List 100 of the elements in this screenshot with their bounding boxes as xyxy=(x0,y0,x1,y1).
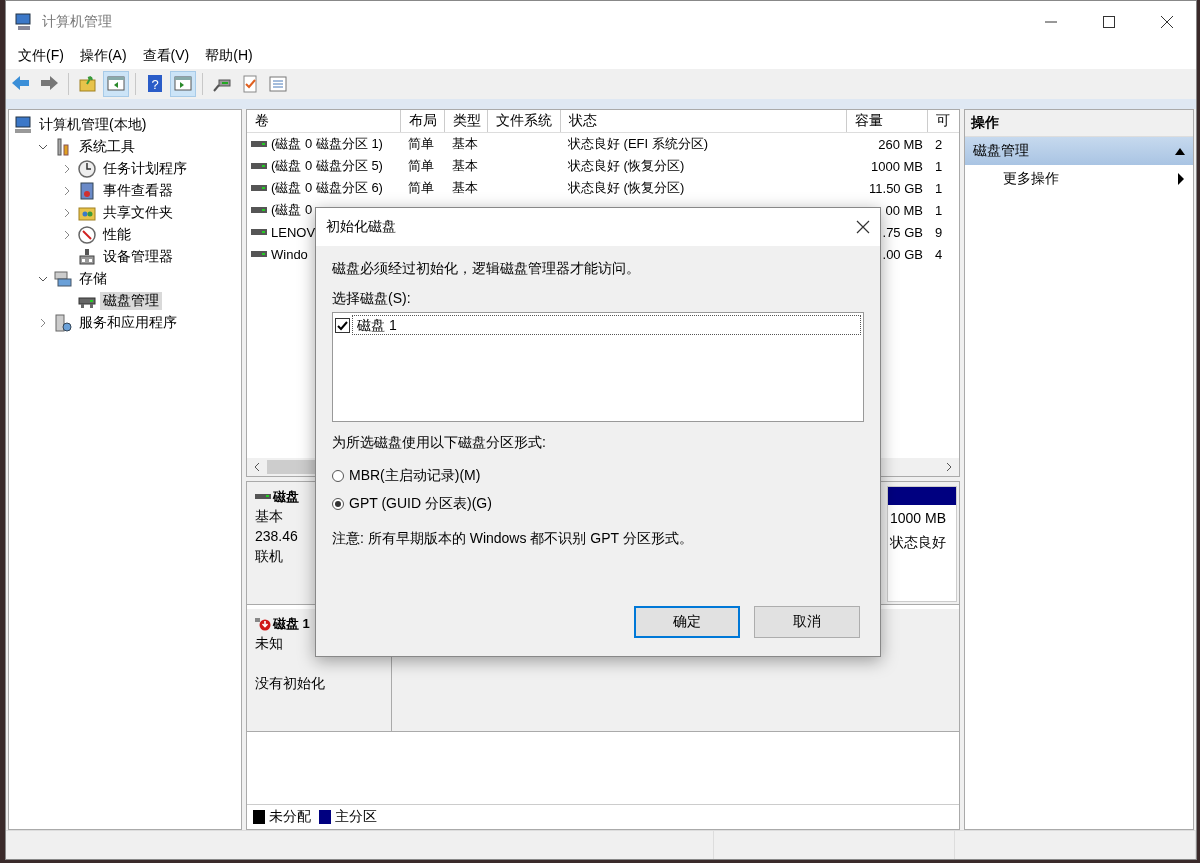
services-icon xyxy=(53,313,73,333)
table-cell: 基本 xyxy=(452,136,478,151)
partition-block[interactable]: 1000 MB 状态良好 xyxy=(887,486,957,602)
table-cell: 00 MB xyxy=(885,202,923,218)
tree-item[interactable]: 计算机管理(本地) xyxy=(36,116,150,134)
table-cell: (磁盘 0 磁盘分区 1) xyxy=(271,135,383,153)
volume-icon xyxy=(251,228,267,236)
cancel-button[interactable]: 取消 xyxy=(754,606,860,638)
device-icon xyxy=(77,247,97,267)
radio-label[interactable]: MBR(主启动记录)(M) xyxy=(349,467,481,485)
disk-info: 未知 xyxy=(255,634,283,653)
disk-listbox[interactable]: 磁盘 1 xyxy=(332,312,864,422)
tree-item[interactable]: 服务和应用程序 xyxy=(76,314,180,332)
field-label: 选择磁盘(S): xyxy=(332,289,412,308)
disk-error-icon xyxy=(255,616,271,632)
radio-button[interactable] xyxy=(332,498,344,510)
radio-button[interactable] xyxy=(332,470,344,482)
disk-info: 基本 xyxy=(255,507,283,526)
table-cell: (磁盘 0 xyxy=(271,201,313,219)
table-cell: 基本 xyxy=(452,180,478,195)
tree-item[interactable]: 系统工具 xyxy=(76,138,138,156)
table-cell: 1000 MB xyxy=(870,158,923,174)
list-icon xyxy=(268,74,288,94)
action-label: 更多操作 xyxy=(1003,170,1059,188)
legend-label: 未分配 xyxy=(269,808,311,826)
toolbar-button[interactable] xyxy=(170,71,196,97)
section-label: 为所选磁盘使用以下磁盘分区形式: xyxy=(332,433,547,452)
dialog-message: 磁盘必须经过初始化，逻辑磁盘管理器才能访问。 xyxy=(332,259,641,278)
tree-item[interactable]: 事件查看器 xyxy=(100,182,176,200)
radio-label[interactable]: GPT (GUID 分区表)(G) xyxy=(349,495,492,513)
disk-status: 没有初始化 xyxy=(255,674,325,693)
storage-icon xyxy=(53,269,73,289)
column-header[interactable]: 文件系统 xyxy=(487,110,560,133)
action-item[interactable]: 更多操作 xyxy=(965,165,1193,193)
table-cell: .75 GB xyxy=(882,224,923,240)
ok-button[interactable]: 确定 xyxy=(634,606,740,638)
menu-item[interactable]: 查看(V) xyxy=(134,45,198,67)
table-cell: 1 xyxy=(935,202,943,218)
column-header[interactable]: 卷 xyxy=(247,110,400,133)
tree-item[interactable]: 任务计划程序 xyxy=(100,160,190,178)
table-cell: 简单 xyxy=(408,158,434,173)
collapse-icon xyxy=(1175,147,1185,155)
menu-item[interactable]: 文件(F) xyxy=(10,45,72,67)
table-cell: 状态良好 (恢复分区) xyxy=(568,180,685,195)
volume-icon xyxy=(251,184,267,192)
table-cell: (磁盘 0 磁盘分区 6) xyxy=(271,179,383,197)
table-cell: LENOV xyxy=(271,224,316,240)
table-cell: (磁盘 0 磁盘分区 5) xyxy=(271,157,383,175)
column-header[interactable]: 类型 xyxy=(444,110,487,133)
table-cell: 基本 xyxy=(452,158,478,173)
checklist-icon xyxy=(240,74,260,94)
submenu-arrow-icon xyxy=(1177,173,1185,185)
clock-icon xyxy=(77,159,97,179)
folder-up-icon xyxy=(78,74,98,94)
scroll-left-icon xyxy=(252,462,262,472)
volume-icon xyxy=(251,162,267,170)
tree-item[interactable]: 磁盘管理 xyxy=(100,292,162,310)
pane-title: 操作 xyxy=(965,110,1193,137)
close-icon xyxy=(1161,16,1173,28)
table-cell: 260 MB xyxy=(878,136,923,152)
scrollbar-thumb[interactable] xyxy=(267,460,317,474)
scroll-right-icon xyxy=(944,462,954,472)
table-cell: 简单 xyxy=(408,180,434,195)
column-header[interactable]: 布局 xyxy=(400,110,444,133)
table-cell: 2 xyxy=(935,136,943,152)
table-cell: 1 xyxy=(935,180,943,196)
gauge-icon xyxy=(77,225,97,245)
dialog-title: 初始化磁盘 xyxy=(326,218,396,236)
tree-item[interactable]: 性能 xyxy=(100,226,134,244)
table-cell: 11.50 GB xyxy=(869,180,923,196)
menu-item[interactable]: 操作(A) xyxy=(71,45,135,67)
table-cell: 状态良好 (恢复分区) xyxy=(568,158,685,173)
disk-info: 联机 xyxy=(255,547,283,566)
table-cell: 9 xyxy=(935,224,943,240)
tree-item[interactable]: 存储 xyxy=(76,270,110,288)
disk-name: 磁盘 xyxy=(273,488,299,506)
checkbox[interactable] xyxy=(335,317,350,333)
close-icon[interactable] xyxy=(856,220,870,234)
disk-name: 磁盘 1 xyxy=(273,615,310,633)
tree-item[interactable]: 共享文件夹 xyxy=(100,204,176,222)
partition-status: 状态良好 xyxy=(889,533,947,552)
volume-icon xyxy=(251,206,267,214)
panel-icon xyxy=(173,74,193,94)
table-cell: Windo xyxy=(271,246,308,262)
panel-icon xyxy=(106,74,126,94)
legend-label: 主分区 xyxy=(335,808,377,826)
action-group-header[interactable]: 磁盘管理 xyxy=(965,137,1193,165)
app-icon xyxy=(14,12,34,32)
list-item[interactable]: 磁盘 1 xyxy=(352,315,861,335)
column-header[interactable]: 状态 xyxy=(560,110,846,133)
column-header[interactable]: 容量 xyxy=(846,110,927,133)
tree-item[interactable]: 设备管理器 xyxy=(100,248,176,266)
table-cell: 1 xyxy=(935,158,943,174)
action-label: 磁盘管理 xyxy=(973,142,1029,160)
column-header[interactable]: 可 xyxy=(927,110,959,133)
log-icon xyxy=(77,181,97,201)
disk-info: 238.46 xyxy=(255,527,298,546)
window-title: 计算机管理 xyxy=(42,13,113,31)
menu-item[interactable]: 帮助(H) xyxy=(197,45,261,67)
toolbar-button[interactable] xyxy=(103,71,129,97)
